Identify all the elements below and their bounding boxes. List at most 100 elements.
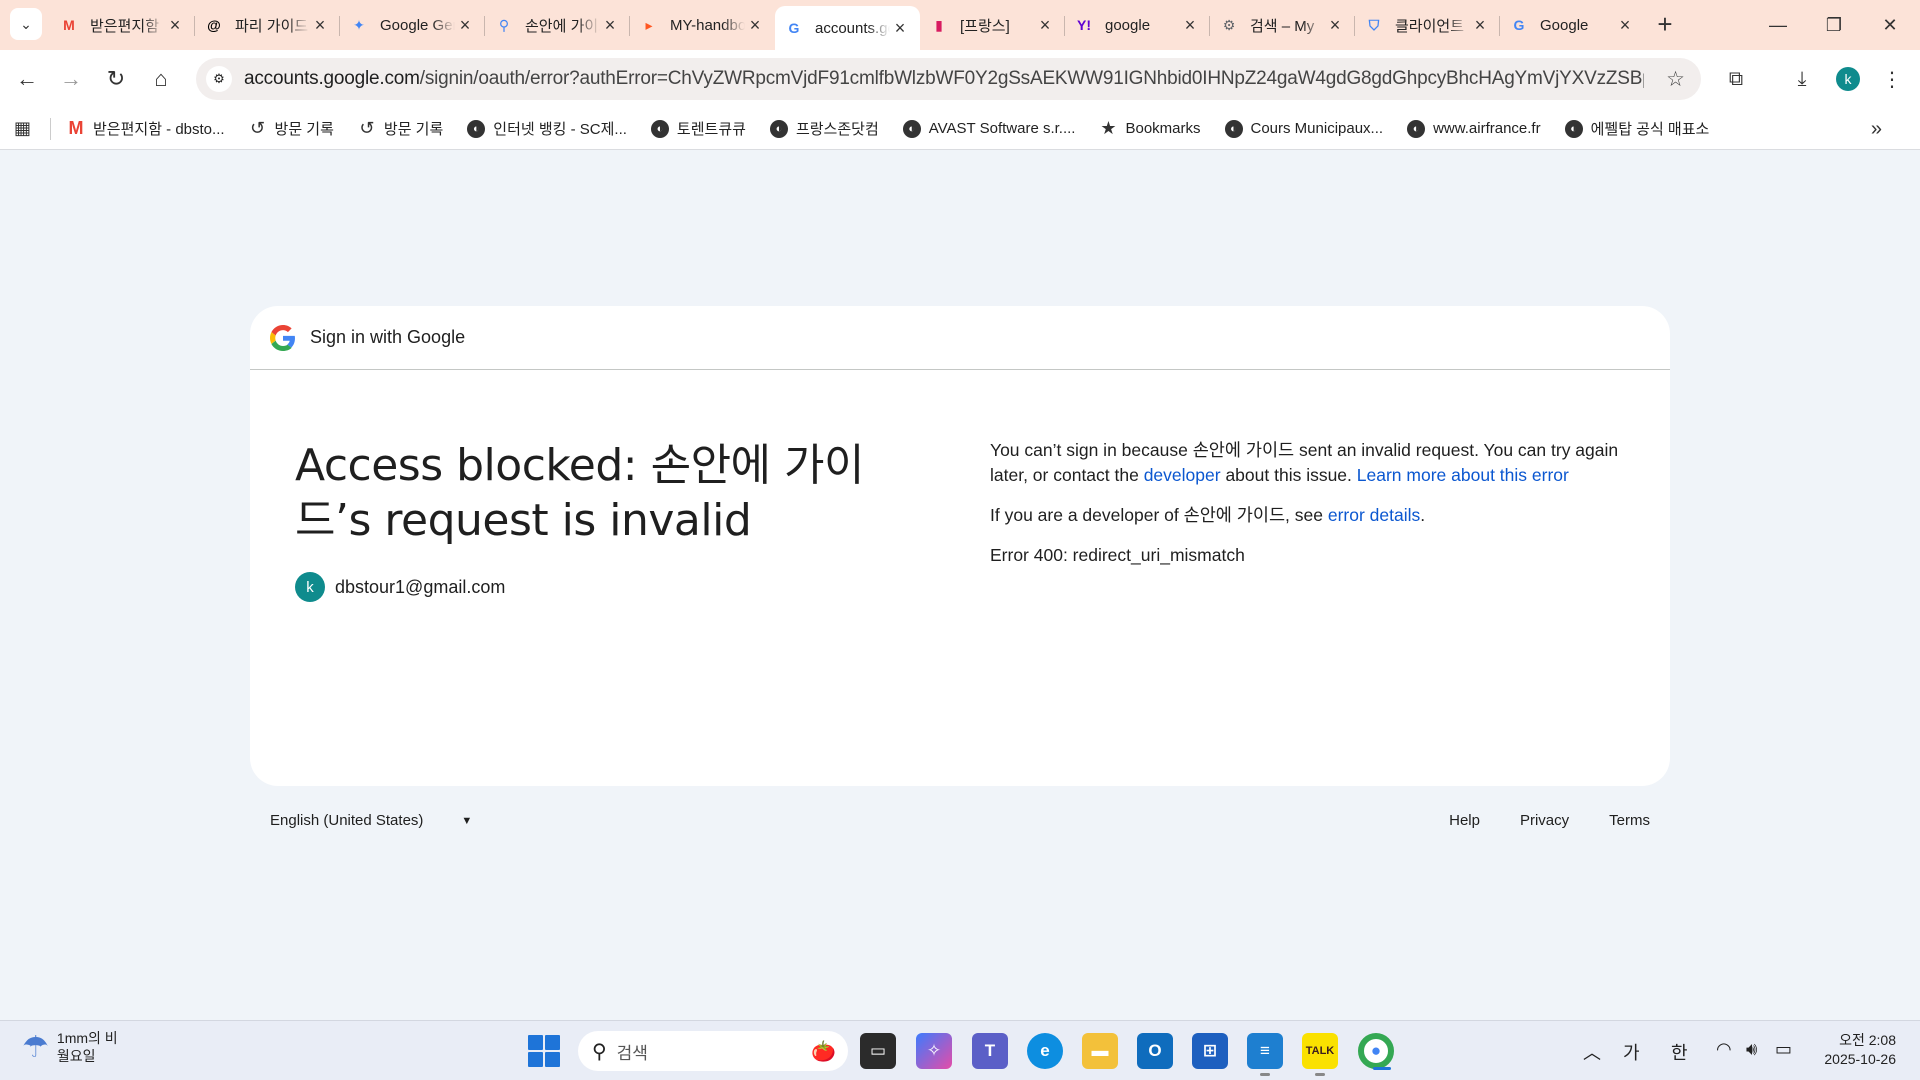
home-button[interactable]: ⌂: [143, 61, 179, 97]
close-tab-icon[interactable]: ×: [600, 15, 620, 36]
tab-item[interactable]: M 받은편지함 ×: [50, 6, 195, 44]
forward-button[interactable]: →: [53, 61, 89, 97]
minimize-button[interactable]: —: [1750, 0, 1806, 50]
error-description: You can’t sign in because 손안에 가이드 sent a…: [990, 438, 1630, 583]
close-window-button[interactable]: ✕: [1862, 0, 1918, 50]
globe-icon: ◐: [902, 119, 921, 138]
close-tab-icon[interactable]: ×: [1325, 15, 1345, 36]
reload-icon: ↻: [106, 66, 126, 91]
volume-icon[interactable]: 🔊︎: [1746, 1039, 1757, 1060]
close-tab-icon[interactable]: ×: [890, 18, 910, 39]
book-icon: ▮: [935, 16, 943, 33]
wifi-icon[interactable]: ◠: [1716, 1039, 1732, 1060]
menu-kebab-icon[interactable]: ⋮: [1877, 64, 1907, 94]
ime-language-indicator[interactable]: 한: [1671, 1039, 1688, 1065]
privacy-link[interactable]: Privacy: [1520, 812, 1569, 829]
page-title: Access blocked: 손안에 가이드’s request is inv…: [295, 440, 865, 546]
taskbar-search-box[interactable]: ⚲ 검색 🍅: [578, 1031, 848, 1071]
site-info-icon[interactable]: ⚙: [206, 66, 232, 92]
download-icon[interactable]: ⤓: [1787, 64, 1817, 94]
tray-overflow-icon[interactable]: ︿: [1583, 1039, 1601, 1065]
tab-search-button[interactable]: ⌄: [10, 8, 42, 40]
chrome-icon[interactable]: ●: [1358, 1033, 1394, 1070]
bookmark-item[interactable]: ◐ 토렌트큐큐: [650, 118, 746, 139]
bookmark-star-icon[interactable]: ☆: [1666, 67, 1685, 92]
tab-item[interactable]: ✦ Google Gemini×: [339, 6, 485, 44]
bookmark-item[interactable]: M 받은편지함 - dbsto...: [67, 118, 225, 139]
bookmark-item[interactable]: ◐ Cours Municipaux...: [1224, 118, 1383, 139]
close-tab-icon[interactable]: ×: [165, 15, 185, 36]
gemini-icon: ✦: [353, 16, 365, 33]
close-tab-icon[interactable]: ×: [455, 15, 475, 36]
tab-item[interactable]: G Google ×: [1499, 6, 1645, 44]
bookmark-label: 에펠탑 공식 매표소: [1590, 121, 1710, 138]
tab-item[interactable]: ⚙ 검색 – My ×: [1209, 6, 1355, 44]
tab-item[interactable]: ⚲ 손안에 가이드×: [484, 6, 630, 44]
bookmark-label: 방문 기록: [383, 121, 444, 138]
address-bar[interactable]: ⚙ accounts.google.com/signin/oauth/error…: [196, 58, 1701, 100]
bookmark-item[interactable]: ◐ 프랑스존닷컴: [769, 118, 879, 139]
weather-widget[interactable]: ☂ 1mm의 비 월요일: [22, 1029, 118, 1065]
google-icon: G: [1513, 17, 1525, 33]
new-tab-button[interactable]: +: [1650, 10, 1680, 40]
account-chip[interactable]: k dbstour1@gmail.com: [295, 572, 935, 602]
url-text[interactable]: accounts.google.com/signin/oauth/error?a…: [244, 68, 1644, 90]
tab-item[interactable]: @ 파리 가이드 ×: [194, 6, 340, 44]
close-tab-icon[interactable]: ×: [745, 15, 765, 36]
google-logo-icon: [270, 324, 295, 351]
restore-button[interactable]: ❐: [1806, 0, 1862, 50]
close-tab-icon[interactable]: ×: [1035, 15, 1055, 36]
tab-item[interactable]: ▮ [프랑스] ×: [920, 6, 1065, 44]
globe-icon: ◐: [650, 119, 669, 138]
more-bookmarks-icon[interactable]: »: [1871, 118, 1882, 141]
error-details-link[interactable]: error details: [1328, 505, 1420, 525]
file-explorer-icon[interactable]: ▬: [1082, 1033, 1118, 1069]
language-selector[interactable]: English (United States) ▼: [270, 812, 472, 829]
store-icon[interactable]: ⊞: [1192, 1033, 1228, 1069]
close-tab-icon[interactable]: ×: [1180, 15, 1200, 36]
tab-item[interactable]: Y! google ×: [1064, 6, 1210, 44]
bookmark-item[interactable]: ◐ www.airfrance.fr: [1407, 118, 1541, 139]
developer-text: If you are a developer of 손안에 가이드, see: [990, 505, 1328, 525]
restore-icon: ❐: [1825, 14, 1843, 35]
edge-icon[interactable]: e: [1027, 1033, 1063, 1069]
account-email: dbstour1@gmail.com: [335, 576, 506, 597]
close-tab-icon[interactable]: ×: [1470, 15, 1490, 36]
learn-more-link[interactable]: Learn more about this error: [1357, 465, 1569, 485]
settings-icon: ⚙: [1222, 16, 1236, 33]
profile-button[interactable]: k: [1833, 64, 1863, 94]
close-tab-icon[interactable]: ×: [310, 15, 330, 36]
extensions-icon[interactable]: ⧉: [1721, 64, 1751, 94]
tab-item[interactable]: ▸ MY-handbook×: [629, 6, 775, 44]
back-button[interactable]: ←: [9, 61, 45, 97]
teams-icon[interactable]: T: [972, 1033, 1008, 1069]
bookmark-item[interactable]: ★ Bookmarks: [1099, 118, 1200, 139]
apps-grid-icon[interactable]: ▦: [14, 118, 34, 139]
signin-error-card: Sign in with Google Access blocked: 손안에 …: [250, 306, 1670, 786]
close-tab-icon[interactable]: ×: [1615, 15, 1635, 36]
kakaotalk-icon[interactable]: TALK: [1302, 1033, 1338, 1076]
reload-button[interactable]: ↻: [98, 61, 134, 97]
task-view-icon[interactable]: ▭: [860, 1033, 896, 1069]
bookmark-item[interactable]: ↺ 방문 기록: [249, 118, 334, 139]
plus-icon: +: [1657, 9, 1673, 39]
start-button[interactable]: [528, 1035, 560, 1067]
bookmark-item[interactable]: ◐ 인터넷 뱅킹 - SC제...: [467, 118, 627, 139]
developer-link[interactable]: developer: [1144, 465, 1221, 485]
notepad-icon[interactable]: ≡: [1247, 1033, 1283, 1076]
shield-pin-icon: ⛉: [1368, 16, 1380, 33]
bookmark-item[interactable]: ◐ AVAST Software s.r....: [902, 118, 1075, 139]
battery-icon[interactable]: ▭: [1775, 1039, 1792, 1060]
bookmark-item[interactable]: ◐ 에펠탑 공식 매표소: [1564, 118, 1710, 139]
tab-title: [프랑스]: [960, 17, 1010, 35]
system-clock[interactable]: 오전 2:08 2025-10-26: [1824, 1031, 1896, 1069]
tab-item[interactable]: Gaccounts.google.com×: [775, 6, 920, 50]
gmail-icon: M: [68, 118, 84, 138]
bookmark-item[interactable]: ↺ 방문 기록: [358, 118, 443, 139]
terms-link[interactable]: Terms: [1609, 812, 1650, 829]
copilot-icon[interactable]: ✧: [916, 1033, 952, 1069]
tab-item[interactable]: ⛉ 클라이언트 ×: [1354, 6, 1500, 44]
outlook-icon[interactable]: O: [1137, 1033, 1173, 1069]
ime-mode-indicator[interactable]: 가: [1623, 1039, 1640, 1065]
help-link[interactable]: Help: [1449, 812, 1480, 829]
